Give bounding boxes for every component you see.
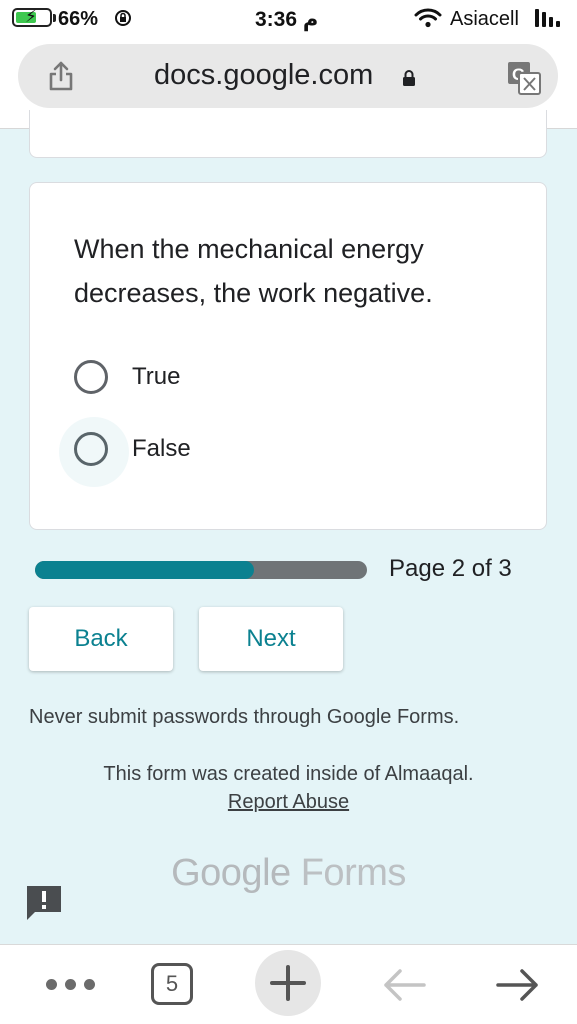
- password-warning: Never submit passwords through Google Fo…: [29, 706, 460, 728]
- url-text: docs.google.com: [154, 59, 374, 91]
- tabs-icon[interactable]: 5: [151, 963, 193, 1005]
- share-icon[interactable]: [46, 60, 76, 92]
- feedback-icon[interactable]: [25, 884, 63, 922]
- progress-bar: [35, 561, 367, 579]
- question-card: When the mechanical energy decreases, th…: [29, 182, 547, 530]
- forward-arrow-icon[interactable]: [494, 967, 542, 1003]
- lock-icon: [403, 70, 415, 86]
- google-forms-logo[interactable]: Google Forms: [0, 852, 577, 895]
- battery-charging-icon: ⚡: [12, 7, 56, 27]
- page-indicator: Page 2 of 3: [389, 555, 512, 582]
- clock: 3:36 م: [255, 8, 319, 31]
- option-label-true: True: [132, 363, 181, 390]
- signal-icon: [535, 9, 560, 27]
- option-true[interactable]: True: [74, 357, 180, 397]
- report-abuse-row: Report Abuse: [0, 791, 577, 814]
- carrier-name: Asiacell: [450, 8, 519, 30]
- form-origin-note: This form was created inside of Almaaqal…: [103, 763, 474, 785]
- more-icon[interactable]: [46, 979, 95, 990]
- brand-forms: Forms: [300, 852, 407, 894]
- back-button[interactable]: Back: [29, 607, 173, 671]
- radio-true[interactable]: [74, 360, 108, 394]
- status-bar: ⚡ 66% 3:36 م Asiacell: [0, 0, 577, 40]
- brand-google: Google: [171, 852, 291, 894]
- wifi-icon: [414, 8, 442, 28]
- previous-card: [29, 110, 547, 158]
- next-button[interactable]: Next: [199, 607, 343, 671]
- new-tab-icon[interactable]: [255, 950, 321, 1016]
- report-abuse-link[interactable]: Report Abuse: [228, 791, 349, 813]
- rotation-lock-icon: [115, 10, 131, 26]
- question-text: When the mechanical energy decreases, th…: [74, 234, 433, 308]
- option-false[interactable]: False: [59, 417, 191, 487]
- radio-false[interactable]: [59, 417, 129, 487]
- option-label-false: False: [132, 435, 191, 462]
- battery-percent: 66%: [58, 8, 99, 30]
- back-arrow-icon[interactable]: [380, 967, 428, 1003]
- progress-fill: [35, 561, 255, 579]
- browser-toolbar: 5: [0, 944, 577, 1024]
- translate-icon[interactable]: G: [506, 60, 542, 96]
- address-bar[interactable]: docs.google.com G: [18, 44, 558, 108]
